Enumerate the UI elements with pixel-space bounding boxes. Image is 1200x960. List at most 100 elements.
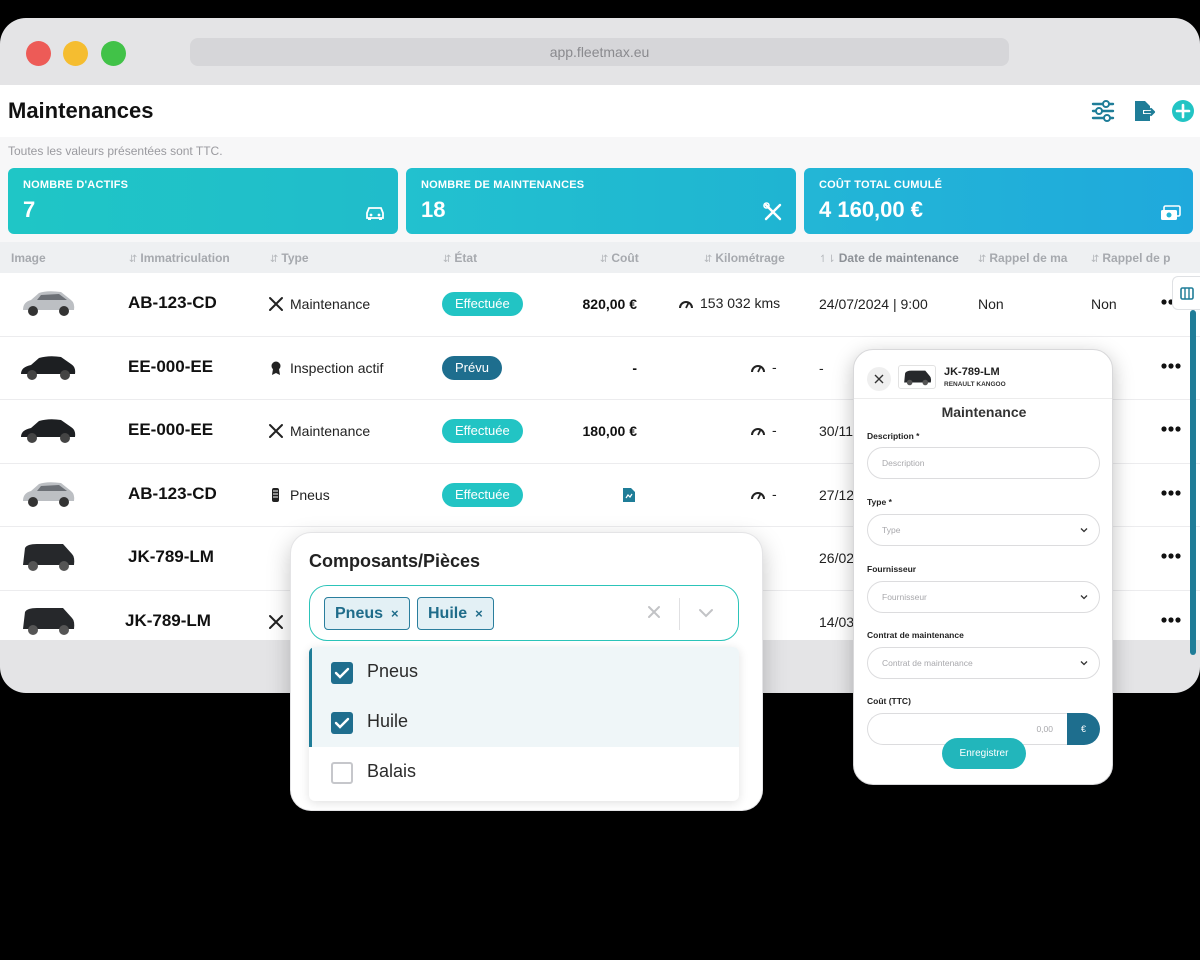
- option-balais[interactable]: Balais: [309, 747, 739, 797]
- maintenance-date: 27/12: [819, 486, 855, 503]
- chevron-down-icon: [1080, 528, 1088, 533]
- type-cell: Pneus: [268, 487, 330, 503]
- components-multiselect-panel: Composants/Pièces Pneus × Huile × Pneus Hu…: [291, 533, 762, 810]
- add-icon[interactable]: [1170, 98, 1196, 124]
- close-window-button[interactable]: [26, 41, 51, 66]
- more-icon[interactable]: [1160, 486, 1182, 500]
- maintenance-date: 14/03: [819, 613, 855, 630]
- checkbox-checked[interactable]: [331, 712, 353, 734]
- plate: EE-000-EE: [128, 356, 214, 376]
- option-label: Pneus: [367, 661, 419, 681]
- divider: [679, 598, 680, 630]
- close-button[interactable]: [867, 367, 891, 391]
- speedometer-icon: [679, 301, 693, 309]
- table-row[interactable]: AB-123-CD Maintenance Effectuée 820,00 €…: [0, 273, 1200, 337]
- columns-toggle[interactable]: [1172, 276, 1200, 310]
- url-bar[interactable]: app.fleetmax.eu: [190, 38, 1009, 66]
- filters-icon[interactable]: [1090, 98, 1116, 124]
- status-badge: Effectuée: [442, 482, 523, 507]
- contract-select[interactable]: Contrat de maintenance: [867, 647, 1100, 679]
- document-icon[interactable]: [622, 487, 636, 503]
- type-cell: Inspection actif: [268, 360, 383, 376]
- col-reminder-1[interactable]: ⇵ Rappel de ma: [978, 251, 1067, 265]
- supplier-select[interactable]: Fournisseur: [867, 581, 1100, 613]
- mileage: -: [772, 422, 777, 438]
- kpi-cards: NOMBRE D'ACTIFS 7 NOMBRE DE MAINTENANCES…: [0, 162, 1200, 242]
- multiselect-title: Composants/Pièces: [309, 551, 481, 571]
- car-image: [23, 607, 75, 635]
- col-state[interactable]: ⇵ État: [443, 251, 477, 265]
- option-huile[interactable]: Huile: [309, 697, 739, 747]
- type-label: Maintenance: [290, 296, 371, 312]
- car-image: [21, 419, 76, 443]
- description-label: Description *: [867, 431, 920, 441]
- tools-icon: [269, 297, 283, 311]
- reminder-1: Non: [978, 296, 1004, 312]
- col-reminder-2[interactable]: ⇵ Rappel de p: [1091, 251, 1170, 265]
- divider: [854, 398, 1112, 399]
- chevron-down-icon[interactable]: [697, 604, 715, 622]
- checkbox-unchecked[interactable]: [331, 762, 353, 784]
- status-badge: Effectuée: [442, 419, 523, 443]
- car-image: [23, 481, 75, 507]
- kpi-label: COÛT TOTAL CUMULÉ: [819, 179, 943, 191]
- car-image: [21, 355, 76, 380]
- export-icon[interactable]: [1131, 98, 1157, 124]
- mileage: -: [772, 485, 777, 502]
- col-cost-label: Coût: [611, 251, 639, 265]
- option-pneus[interactable]: Pneus: [309, 647, 739, 697]
- kpi-maintenances-card: NOMBRE DE MAINTENANCES 18: [406, 168, 796, 234]
- money-icon: [1161, 205, 1181, 220]
- mileage-cell: -: [750, 359, 777, 375]
- col-date[interactable]: ↿⇂ Date de maintenance: [819, 251, 959, 265]
- type-label: Maintenance: [290, 423, 371, 439]
- table-scrollbar[interactable]: [1190, 310, 1196, 655]
- type-label: Inspection actif: [290, 359, 384, 376]
- chip-remove-button[interactable]: ×: [475, 606, 483, 621]
- description-field[interactable]: Description: [867, 447, 1100, 479]
- option-label: Huile: [367, 711, 409, 731]
- kpi-value: 18: [421, 197, 446, 222]
- maintenance-date: 24/07/2024 | 9:00: [819, 296, 928, 312]
- col-plate[interactable]: ⇵ Immatriculation: [129, 251, 230, 265]
- minimize-window-button[interactable]: [63, 41, 88, 66]
- kpi-total-cost-card: COÛT TOTAL CUMULÉ 4 160,00 €: [804, 168, 1193, 234]
- save-button[interactable]: Enregistrer: [942, 738, 1026, 769]
- more-icon[interactable]: [1160, 613, 1182, 627]
- col-reminder-2-label: Rappel de p: [1102, 251, 1171, 265]
- supplier-label: Fournisseur: [867, 564, 917, 574]
- col-km-label: Kilométrage: [715, 251, 785, 265]
- options-list: Pneus Huile Balais: [309, 647, 739, 801]
- vehicle-thumbnail: [898, 365, 936, 389]
- chip-remove-button[interactable]: ×: [391, 606, 399, 621]
- maximize-window-button[interactable]: [101, 41, 126, 66]
- col-type-label: Type: [281, 251, 309, 265]
- maintenance-date: -: [819, 359, 824, 376]
- maintenance-date: 26/02: [819, 550, 855, 566]
- clear-icon[interactable]: [646, 604, 662, 620]
- components-select[interactable]: Pneus × Huile ×: [309, 585, 739, 641]
- col-cost[interactable]: ⇵ Coût: [600, 251, 639, 265]
- type-select[interactable]: Type: [867, 514, 1100, 546]
- speedometer-icon: [751, 428, 765, 436]
- cost: -: [632, 359, 637, 376]
- page-title: Maintenances: [8, 98, 154, 123]
- plate: AB-123-CD: [128, 483, 217, 503]
- type-label: Pneus: [290, 486, 330, 503]
- type-cell: Maintenance: [268, 423, 370, 439]
- col-km[interactable]: ⇵ Kilométrage: [704, 251, 785, 265]
- col-type[interactable]: ⇵ Type: [270, 251, 309, 265]
- more-icon[interactable]: [1160, 359, 1182, 373]
- plate: EE-000-EE: [128, 420, 214, 439]
- more-icon[interactable]: [1160, 549, 1182, 563]
- speedometer-icon: [751, 364, 765, 372]
- kpi-label: NOMBRE D'ACTIFS: [23, 179, 129, 191]
- tire-icon: [272, 487, 279, 502]
- chip-huile: Huile ×: [417, 597, 494, 630]
- col-plate-label: Immatriculation: [140, 251, 230, 265]
- car-image: [23, 544, 75, 571]
- mileage-cell: -: [750, 422, 777, 438]
- more-icon[interactable]: [1160, 422, 1182, 436]
- checkbox-checked[interactable]: [331, 662, 353, 684]
- kpi-value: 7: [23, 197, 36, 222]
